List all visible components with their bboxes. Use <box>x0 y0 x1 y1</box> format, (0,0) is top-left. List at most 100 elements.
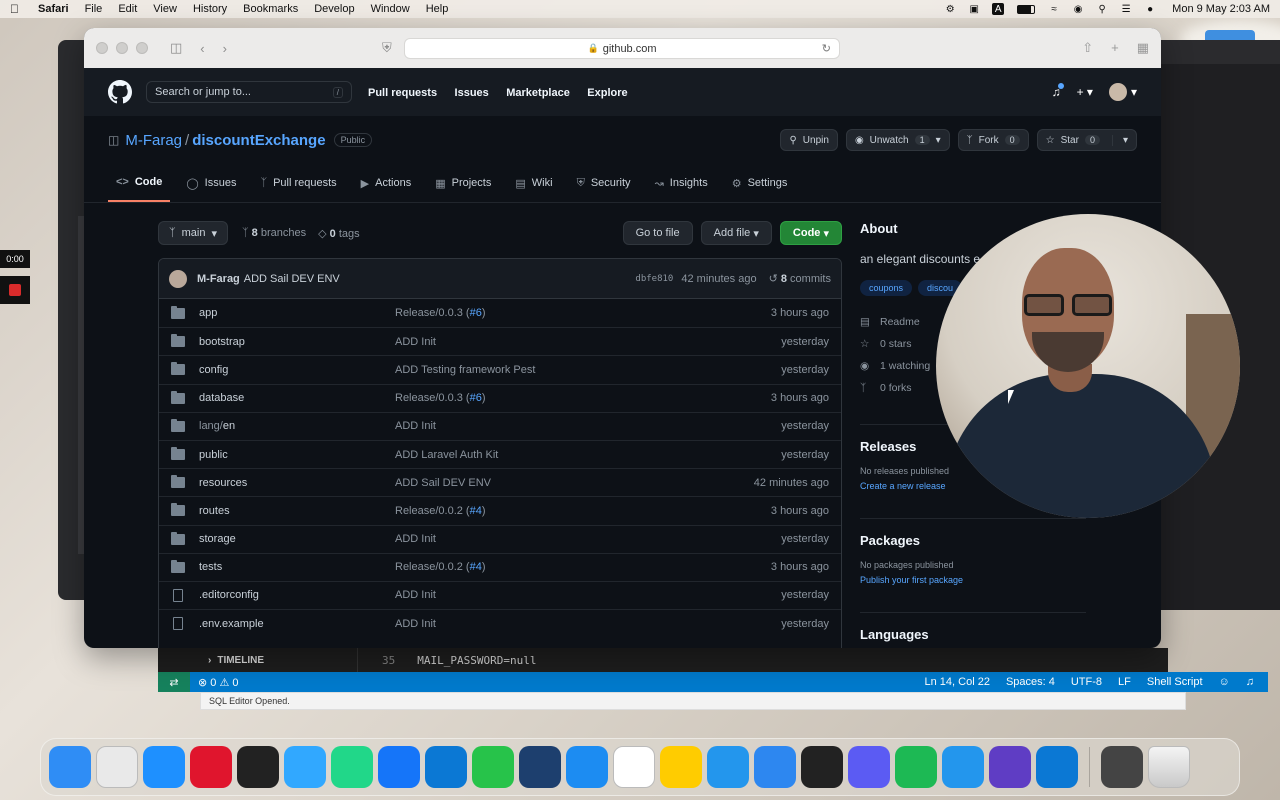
spotify-icon[interactable] <box>895 746 937 788</box>
tab-pull-requests[interactable]: ᛉ Pull requests <box>252 164 344 202</box>
commit-message-link[interactable]: ADD Init <box>395 533 436 545</box>
tab-actions[interactable]: ▶ Actions <box>353 164 420 202</box>
privacy-shield-icon[interactable]: ⛨ <box>382 40 392 56</box>
github-search-input[interactable]: Search or jump to... / <box>146 81 352 103</box>
user-icon[interactable]: ◉ <box>1072 3 1084 15</box>
stars-icon[interactable] <box>660 746 702 788</box>
control-center-icon[interactable]: ☰ <box>1120 3 1132 15</box>
nav-issues[interactable]: Issues <box>455 87 489 99</box>
table-row[interactable]: .env.example ADD Init yesterday <box>159 609 841 637</box>
tab-issues[interactable]: ◯ Issues <box>178 164 244 202</box>
file-name-link[interactable]: tests <box>199 561 395 573</box>
notion-icon[interactable] <box>613 746 655 788</box>
repo-owner-link[interactable]: M-Farag <box>125 132 182 149</box>
terminal-icon[interactable] <box>237 746 279 788</box>
new-tab-icon[interactable]: + <box>1111 40 1119 56</box>
cursor-position[interactable]: Ln 14, Col 22 <box>925 676 990 688</box>
branches-link[interactable]: ᛉ 8 branches <box>242 227 306 239</box>
commit-message-link[interactable]: Release/0.0.3 (#6) <box>395 392 486 404</box>
commit-message-link[interactable]: ADD Testing framework Pest <box>395 364 535 376</box>
tab-wiki[interactable]: ▤ Wiki <box>507 164 560 202</box>
file-name-link[interactable]: database <box>199 392 395 404</box>
finder-icon[interactable] <box>49 746 91 788</box>
trash-icon[interactable] <box>1148 746 1190 788</box>
commit-message-link[interactable]: ADD Init <box>395 420 436 432</box>
bell-icon[interactable]: ♫ <box>1246 676 1254 688</box>
docker-desktop-icon[interactable] <box>942 746 984 788</box>
commit-message-link[interactable]: Release/0.0.3 (#6) <box>395 307 486 319</box>
chemistry-icon[interactable] <box>801 746 843 788</box>
signal-icon[interactable] <box>566 746 608 788</box>
pull-request-link[interactable]: #6 <box>470 307 482 319</box>
problems-indicator[interactable]: ⊗ 0 ⚠ 0 <box>198 676 239 689</box>
search-icon[interactable]: ⚲ <box>1096 3 1108 15</box>
address-bar[interactable]: 🔒 github.com ↻ <box>404 38 840 59</box>
commit-author[interactable]: M-Farag <box>197 273 240 285</box>
mysql-workbench-icon[interactable] <box>519 746 561 788</box>
timeline-section[interactable]: › TIMELINE <box>158 648 358 672</box>
file-name-link[interactable]: routes <box>199 505 395 517</box>
menu-file[interactable]: File <box>85 3 103 15</box>
tab-code[interactable]: <> Code <box>108 164 171 202</box>
branch-selector[interactable]: ᛉ main ▾ <box>158 221 228 245</box>
tab-security[interactable]: ⛨ Security <box>569 164 639 202</box>
menu-help[interactable]: Help <box>426 3 449 15</box>
back-icon[interactable]: ‹ <box>200 41 204 56</box>
vscode-insiders-icon[interactable] <box>1036 746 1078 788</box>
launchpad-icon[interactable] <box>96 746 138 788</box>
language-mode[interactable]: Shell Script <box>1147 676 1203 688</box>
code-button[interactable]: Code ▾ <box>779 221 842 245</box>
xcode-icon[interactable] <box>378 746 420 788</box>
commit-message[interactable]: ADD Sail DEV ENV <box>244 273 340 285</box>
nav-marketplace[interactable]: Marketplace <box>506 87 570 99</box>
table-row[interactable]: config ADD Testing framework Pest yesterda… <box>159 355 841 383</box>
menu-view[interactable]: View <box>153 3 177 15</box>
file-name-link[interactable]: lang/en <box>199 420 395 432</box>
docker-icon[interactable]: ▣ <box>968 3 980 15</box>
opera-icon[interactable] <box>190 746 232 788</box>
battery-icon[interactable] <box>1016 3 1036 15</box>
table-row[interactable]: lang/en ADD Init yesterday <box>159 411 841 440</box>
commits-link[interactable]: ↺ 8 commits <box>769 272 831 285</box>
vscode-icon[interactable] <box>425 746 467 788</box>
minimize-window-button[interactable] <box>116 42 128 54</box>
pull-request-link[interactable]: #6 <box>470 392 482 404</box>
menu-history[interactable]: History <box>193 3 227 15</box>
file-name-link[interactable]: config <box>199 364 395 376</box>
table-row[interactable]: routes Release/0.0.2 (#4) 3 hours ago <box>159 496 841 524</box>
commit-message-link[interactable]: Release/0.0.2 (#4) <box>395 505 486 517</box>
docker-icon[interactable] <box>707 746 749 788</box>
zoom-window-button[interactable] <box>136 42 148 54</box>
commit-message-link[interactable]: ADD Laravel Auth Kit <box>395 449 498 461</box>
nav-explore[interactable]: Explore <box>587 87 627 99</box>
reload-icon[interactable]: ↻ <box>822 42 831 55</box>
file-name-link[interactable]: storage <box>199 533 395 545</box>
avatar[interactable] <box>169 269 187 288</box>
asterisk-icon[interactable] <box>848 746 890 788</box>
github-logo-icon[interactable] <box>108 80 132 104</box>
transmit-icon[interactable] <box>754 746 796 788</box>
window-preview-icon[interactable] <box>1101 746 1143 788</box>
tags-link[interactable]: ◇ 0 tags <box>318 227 360 240</box>
table-row[interactable]: storage ADD Init yesterday <box>159 524 841 553</box>
caret-down-icon[interactable]: ▾ <box>1111 134 1128 146</box>
repo-name-link[interactable]: discountExchange <box>192 132 325 149</box>
tab-projects[interactable]: ▦ Projects <box>427 164 499 202</box>
publish-package-link[interactable]: Publish your first package <box>860 575 963 585</box>
user-menu-dropdown[interactable]: ▾ <box>1108 83 1137 101</box>
table-row[interactable]: bootstrap ADD Init yesterday <box>159 327 841 355</box>
go-to-file-button[interactable]: Go to file <box>622 221 693 245</box>
table-row[interactable]: resources ADD Sail DEV ENV 42 minutes ago <box>159 468 841 496</box>
siri-icon[interactable]: ● <box>1144 3 1156 15</box>
star-button[interactable]: ☆ Star 0 ▾ <box>1036 129 1137 151</box>
unpin-button[interactable]: ⚲ Unpin <box>780 129 838 151</box>
safari-icon[interactable] <box>143 746 185 788</box>
table-row[interactable]: app Release/0.0.3 (#6) 3 hours ago <box>159 299 841 327</box>
menu-edit[interactable]: Edit <box>118 3 137 15</box>
file-name-link[interactable]: resources <box>199 477 395 489</box>
packages-heading[interactable]: Packages <box>860 533 1086 548</box>
line-ending[interactable]: LF <box>1118 676 1131 688</box>
menu-datetime[interactable]: Mon 9 May 2:03 AM <box>1172 3 1270 15</box>
unwatch-button[interactable]: ◉ Unwatch 1 ▾ <box>845 129 950 151</box>
close-window-button[interactable] <box>96 42 108 54</box>
